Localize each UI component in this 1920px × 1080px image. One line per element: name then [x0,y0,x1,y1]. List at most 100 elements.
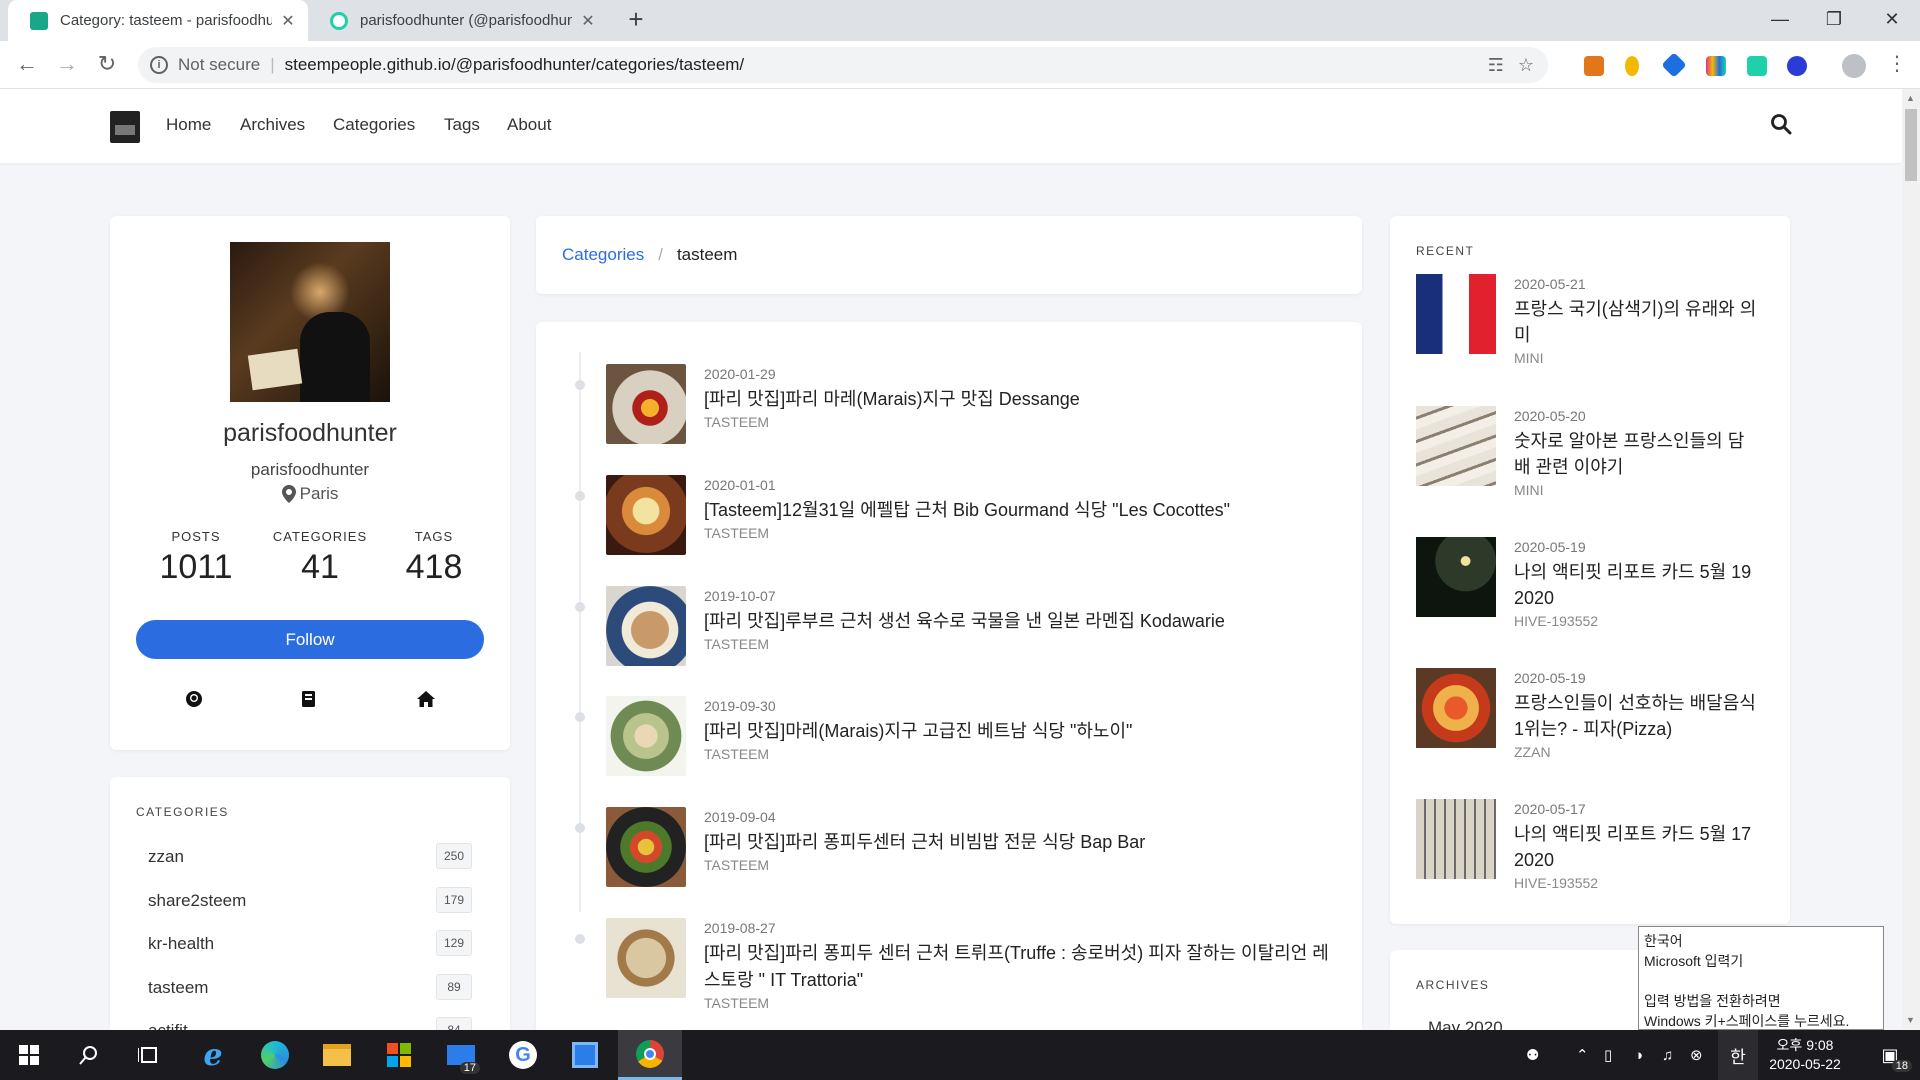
window-close-button[interactable]: ✕ [1864,0,1920,41]
reload-icon[interactable]: ↻ [92,49,122,79]
google-button[interactable]: G [494,1030,552,1080]
recent-thumbnail[interactable] [1416,799,1496,879]
wallet-extension-icon[interactable] [1787,56,1807,76]
recent-category[interactable]: HIVE-193552 [1514,613,1598,629]
system-clock[interactable]: 오후 9:08 2020-05-22 [1760,1036,1850,1074]
tab-inactive[interactable]: parisfoodhunter (@parisfoodhunter) ✕ [308,0,608,41]
post-thumbnail[interactable] [606,475,686,555]
nav-tags[interactable]: Tags [444,115,480,135]
minimize-button[interactable]: — [1752,0,1808,41]
post-thumbnail[interactable] [606,364,686,444]
recent-thumbnail[interactable] [1416,406,1496,486]
recent-item[interactable]: 2020-05-20 숫자로 알아본 프랑스인들의 담배 관련 이야기 MINI [1416,406,1759,498]
post-thumbnail[interactable] [606,586,686,666]
recent-category[interactable]: MINI [1514,482,1544,498]
breadcrumb-categories-link[interactable]: Categories [562,245,644,265]
nav-archives[interactable]: Archives [240,115,305,135]
stat-posts[interactable]: POSTS 1011 [136,529,256,587]
tab-close-icon[interactable]: ✕ [580,11,596,31]
stat-tags[interactable]: TAGS 418 [374,529,494,587]
app-button[interactable] [556,1030,614,1080]
recent-title[interactable]: 프랑스 국기(삼색기)의 유래와 의미 [1514,296,1759,348]
github-icon[interactable] [184,689,204,709]
scrollbar-thumb[interactable] [1905,109,1917,181]
recent-thumbnail[interactable] [1416,537,1496,617]
post-category[interactable]: TASTEEM [704,995,769,1011]
mail-button[interactable]: 17 [432,1030,490,1080]
tab-active[interactable]: Category: tasteem - parisfoodhunter ✕ [8,0,308,41]
people-icon[interactable]: ⚉ [1526,1030,1539,1080]
forward-icon[interactable]: → [52,49,82,79]
post-thumbnail[interactable] [606,807,686,887]
post-title[interactable]: [파리 맛집]파리 퐁피두센터 근처 비빔밥 전문 식당 Bap Bar [704,829,1344,856]
post-title[interactable]: [파리 맛집]파리 퐁피두 센터 근처 트뤼프(Truffe : 송로버섯) 피… [704,940,1344,994]
post-category[interactable]: TASTEEM [704,414,769,430]
recent-category[interactable]: ZZAN [1514,744,1551,760]
scroll-down-icon[interactable]: ▼ [1906,1015,1915,1025]
post-thumbnail[interactable] [606,696,686,776]
recent-item[interactable]: 2020-05-21 프랑스 국기(삼색기)의 유래와 의미 MINI [1416,274,1759,366]
post-item[interactable]: 2019-08-27 [파리 맛집]파리 퐁피두 센터 근처 트뤼프(Truff… [536,918,1356,1018]
search-icon[interactable] [1770,113,1792,135]
back-icon[interactable]: ← [12,49,42,79]
post-item[interactable]: 2019-09-30 [파리 맛집]마레(Marais)지구 고급진 베트남 식… [536,696,1356,776]
ime-indicator[interactable]: 한 [1718,1030,1758,1080]
start-button[interactable] [0,1030,58,1080]
post-thumbnail[interactable] [606,918,686,998]
taskbar-search-button[interactable] [60,1030,118,1080]
metamask-extension-icon[interactable] [1584,56,1604,76]
post-category[interactable]: TASTEEM [704,746,769,762]
recent-thumbnail[interactable] [1416,668,1496,748]
file-explorer-button[interactable] [308,1030,366,1080]
post-title[interactable]: [파리 맛집]파리 마레(Marais)지구 맛집 Dessange [704,386,1344,413]
steem-extension-icon[interactable] [1747,56,1767,76]
recent-category[interactable]: HIVE-193552 [1514,875,1598,891]
recent-title[interactable]: 나의 액티핏 리포트 카드 5월 17 2020 [1514,821,1759,873]
category-item[interactable]: kr-health 129 [148,930,472,956]
recent-item[interactable]: 2020-05-19 프랑스인들이 선호하는 배달음식 1위는? - 피자(Pi… [1416,668,1759,760]
post-item[interactable]: 2020-01-01 [Tasteem]12월31일 에펠탑 근처 Bib Go… [536,475,1356,555]
status-x-icon[interactable]: ⊗ [1690,1030,1703,1080]
post-title[interactable]: [Tasteem]12월31일 에펠탑 근처 Bib Gourmand 식당 "… [704,497,1344,524]
category-item[interactable]: share2steem 179 [148,887,472,913]
post-item[interactable]: 2019-10-07 [파리 맛집]루부르 근처 생선 육수로 국물을 낸 일본… [536,586,1356,666]
nav-categories[interactable]: Categories [333,115,415,135]
category-item[interactable]: tasteem 89 [148,974,472,1000]
volume-icon[interactable]: ♫ [1662,1030,1673,1080]
recent-title[interactable]: 나의 액티핏 리포트 카드 5월 19 2020 [1514,559,1759,611]
book-icon[interactable] [298,689,318,709]
info-icon[interactable]: i [150,56,168,74]
scroll-up-icon[interactable]: ▲ [1906,93,1915,103]
star-icon[interactable]: ☆ [1518,55,1534,76]
post-category[interactable]: TASTEEM [704,636,769,652]
tab-close-icon[interactable]: ✕ [280,11,296,31]
color-extension-icon[interactable] [1706,56,1726,76]
site-logo[interactable] [110,111,140,143]
keychain-extension-icon[interactable] [1625,56,1639,76]
recent-item[interactable]: 2020-05-19 나의 액티핏 리포트 카드 5월 19 2020 HIVE… [1416,537,1759,629]
edge-button[interactable] [246,1030,304,1080]
recent-title[interactable]: 프랑스인들이 선호하는 배달음식 1위는? - 피자(Pizza) [1514,690,1759,742]
recent-item[interactable]: 2020-05-17 나의 액티핏 리포트 카드 5월 17 2020 HIVE… [1416,799,1759,891]
plane-extension-icon[interactable] [1661,52,1687,78]
task-view-button[interactable] [120,1030,178,1080]
post-category[interactable]: TASTEEM [704,857,769,873]
recent-title[interactable]: 숫자로 알아본 프랑스인들의 담배 관련 이야기 [1514,428,1759,480]
ie-button[interactable]: e [184,1030,242,1080]
profile-icon[interactable] [1842,54,1866,78]
menu-icon[interactable]: ⋮ [1882,49,1912,79]
post-item[interactable]: 2020-01-29 [파리 맛집]파리 마레(Marais)지구 맛집 Des… [536,364,1356,444]
new-tab-button[interactable]: + [622,6,650,34]
nav-home[interactable]: Home [166,115,211,135]
post-item[interactable]: 2019-09-04 [파리 맛집]파리 퐁피두센터 근처 비빔밥 전문 식당 … [536,807,1356,887]
chrome-button[interactable] [618,1030,682,1080]
recent-thumbnail[interactable] [1416,274,1496,354]
action-center-button[interactable]: ▣ 18 [1866,1030,1914,1080]
post-title[interactable]: [파리 맛집]루부르 근처 생선 육수로 국물을 낸 일본 라멘집 Kodawa… [704,608,1344,635]
store-button[interactable] [370,1030,428,1080]
translate-icon[interactable]: ☶ [1488,55,1504,76]
post-category[interactable]: TASTEEM [704,525,769,541]
maximize-button[interactable]: ❐ [1806,0,1862,41]
category-item[interactable]: zzan 250 [148,843,472,869]
wifi-icon[interactable]: ◑ [1634,1030,1643,1080]
